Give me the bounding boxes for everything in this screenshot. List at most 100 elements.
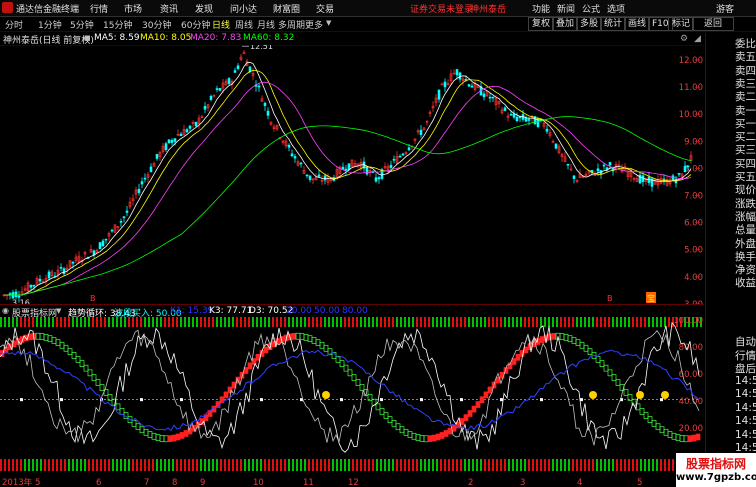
collapse-icon[interactable]: ◢ [694,34,701,44]
trend-step [687,435,693,443]
signal-strip-top [504,317,506,327]
trend-step [263,346,269,354]
chart-settings-icon[interactable]: ■ [84,34,91,42]
signal-strip-bottom [256,459,258,471]
period-5min[interactable]: 5分钟 [70,18,94,31]
signal-strip-bottom [136,459,138,471]
signal-strip-bottom [144,459,146,471]
price-axis-label: 9.00 [684,137,703,147]
login-notice[interactable]: 证券交易未登录 [410,2,473,15]
trend-step [351,374,357,381]
btn-tongji[interactable]: 统计 [600,17,627,31]
btn-fanhui[interactable]: 返回 [692,17,734,31]
signal-strip-top [216,317,218,327]
signal-strip-top [596,317,598,327]
menu-gongneng[interactable]: 功能 [532,2,550,15]
period-daily[interactable]: 日线 [212,18,230,31]
period-60min[interactable]: 60分钟 [181,18,210,31]
btn-fuquan[interactable]: 复权 [528,17,555,31]
signal-strip-bottom [244,459,246,471]
menu-faxian[interactable]: 发现 [195,2,213,15]
menu-shichang[interactable]: 市场 [124,2,142,15]
more-dropdown-icon[interactable]: ▼ [326,19,331,27]
trend-step [359,384,365,391]
signal-strip-bottom [672,459,674,471]
signal-strip-top [56,317,58,327]
d3-line [0,329,700,446]
signal-strip-bottom [140,459,142,471]
indicator-chart[interactable]: 100.0080.0060.0040.0020.002013年 5 6 7 8 9 10 11… [0,317,705,487]
signal-strip-top [104,317,106,327]
signal-strip-bottom [360,459,362,471]
trend-step [647,416,653,423]
signal-strip-bottom [560,459,562,471]
trend-step [135,423,141,431]
k1-value: K1: 15.39 [170,306,214,316]
settings-icon[interactable]: ⚙ [680,34,688,44]
btn-duogu[interactable]: 多股 [576,17,603,31]
trend-step [403,428,409,436]
trend-step [43,334,49,341]
trend-step [559,333,565,340]
candle-body [14,291,18,298]
signal-strip-top [48,317,50,327]
signal-strip-bottom [0,459,2,471]
period-30min[interactable]: 30分钟 [142,18,171,31]
menu-caifuquan[interactable]: 财富圈 [273,2,300,15]
signal-strip-bottom [276,459,278,471]
signal-strip-top [588,317,590,327]
signal-strip-top [652,317,654,327]
period-more[interactable]: 更多 [305,18,323,31]
signal-strip-top [392,317,394,327]
signal-strip-top [604,317,606,327]
menu-jiaoyi[interactable]: 交易 [316,2,334,15]
tick-time-label: 14:50 [735,388,756,400]
signal-strip-bottom [348,459,350,471]
candle-body [602,164,606,167]
date-axis-label: 2 [468,478,473,487]
signal-strip-bottom [428,459,430,471]
period-15min[interactable]: 15分钟 [103,18,132,31]
menu-gongshi[interactable]: 公式 [582,2,600,15]
btn-huaxian[interactable]: 画线 [624,17,651,31]
trend-step [691,434,697,442]
signal-strip-top [524,317,526,327]
smile-icon [636,391,644,399]
tick-time-label: 14:50 [735,374,756,387]
signal-strip-bottom [644,459,646,471]
indicator-dropdown-icon[interactable]: ▼ [56,307,61,315]
signal-strip-top [460,317,462,327]
signal-strip-top [204,317,206,327]
btn-diejia[interactable]: 叠加 [552,17,579,31]
price-chart[interactable]: 12.0011.0010.009.008.007.006.005.004.003… [0,45,705,304]
period-1min[interactable]: 1分钟 [38,18,62,31]
menu-hangqing[interactable]: 行情 [90,2,108,15]
period-fenshi[interactable]: 分时 [5,18,23,31]
signal-strip-bottom [224,459,226,471]
signal-strip-bottom [416,459,418,471]
signal-strip-top [664,317,666,327]
period-monthly[interactable]: 月线 [257,18,275,31]
guest-label[interactable]: 游客 [716,2,734,15]
period-weekly[interactable]: 周线 [235,18,253,31]
signal-strip-bottom [280,459,282,471]
btn-biaoji[interactable]: 标记 [668,17,695,31]
price-axis-label: 12.00 [679,56,703,66]
candle-body [527,119,531,121]
signal-strip-bottom [572,459,574,471]
menu-xuanxiang[interactable]: 选项 [607,2,625,15]
signal-strip-top [304,317,306,327]
period-multi[interactable]: 多周期 [278,18,305,31]
date-axis-label: 12 [348,478,359,487]
signal-strip-top [36,317,38,327]
indicator-settings-icon[interactable]: ◉ [2,306,9,315]
level-dot [340,398,343,402]
menu-xinwen[interactable]: 新闻 [557,2,575,15]
app-title: 通达信金融终端 [16,5,80,15]
signal-strip-top [400,317,402,327]
signal-strip-top [236,317,238,327]
menu-wenxiaoda[interactable]: 问小达 [230,2,257,15]
menu-zixun[interactable]: 资讯 [160,2,178,15]
indicator-bar: ◉ 股票指标网 ▼ 趋势循环: 38.43 波段买入: 50.00 K1: 15… [0,304,704,319]
candle-body [512,113,516,118]
